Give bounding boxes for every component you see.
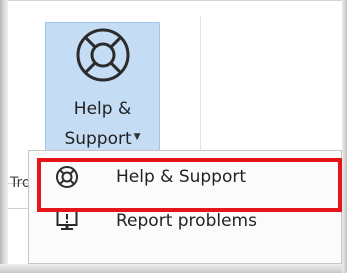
dropdown-arrow-icon: ▼ — [133, 132, 141, 142]
menu-item-label: Report problems — [116, 211, 257, 231]
lifebuoy-icon — [76, 28, 130, 82]
ribbon-button-label-line2: Support — [64, 129, 132, 149]
window-shadow-bottom — [0, 264, 347, 273]
monitor-warning-icon — [56, 210, 78, 230]
window-shadow-right — [342, 0, 347, 273]
ribbon-button-label-line2-row: Support ▼ — [46, 129, 159, 149]
help-support-ribbon-button[interactable]: Help & Support ▼ — [45, 22, 160, 164]
highlight-annotation-box — [37, 158, 342, 212]
ribbon-button-label-line1: Help & — [73, 99, 132, 119]
ribbon-top-border — [8, 0, 342, 1]
window-shadow-left — [0, 0, 8, 273]
